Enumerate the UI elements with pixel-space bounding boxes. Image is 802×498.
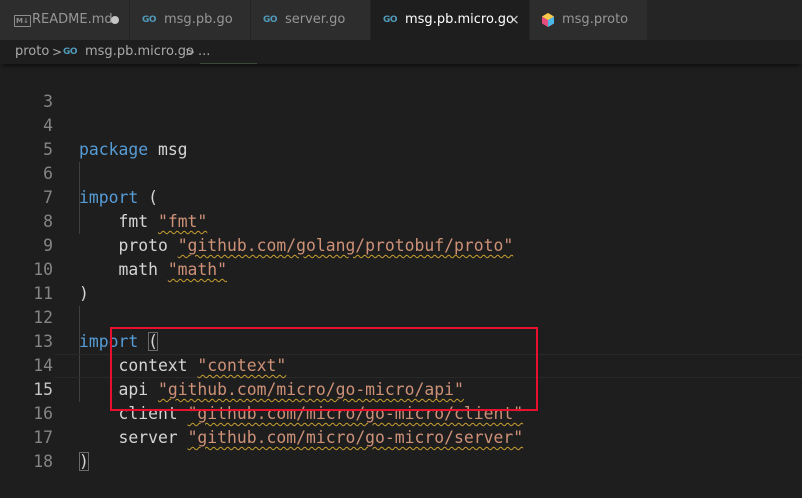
breadcrumb-folder[interactable]: proto <box>15 40 49 64</box>
go-icon: GO <box>63 47 78 57</box>
breadcrumb: proto > GO msg.pb.micro.go > ... <box>0 40 802 64</box>
tab-label: msg.pb.go <box>164 12 233 27</box>
line-number: 18 <box>33 452 53 471</box>
code-line: 12 import ( <box>0 282 802 351</box>
tab-label: README.md <box>32 12 113 27</box>
tab-label: msg.proto <box>562 12 629 27</box>
tab-msg-proto[interactable]: msg.proto <box>530 0 648 40</box>
code-line: 10 ) <box>0 234 802 303</box>
matched-bracket: ) <box>79 452 89 471</box>
breadcrumb-focus-indicator <box>200 63 257 64</box>
code-line: 11 <box>0 258 802 303</box>
code-line: 3 <box>0 66 802 111</box>
markdown-icon: M↓ <box>14 15 31 27</box>
close-tab-icon[interactable]: × <box>508 0 520 40</box>
line-code: ) <box>79 450 89 474</box>
code-line: 6 import ( <box>0 138 802 207</box>
go-icon: GO <box>383 15 398 25</box>
tab-msg-pb-micro-go[interactable]: GO msg.pb.micro.go × <box>371 0 530 40</box>
tab-label: msg.pb.micro.go <box>405 12 515 27</box>
code-line: 9 math "math" <box>0 210 802 279</box>
editor-tab-bar: M↓ README.md GO msg.pb.go GO server.go G… <box>0 0 802 40</box>
go-icon: GO <box>263 15 278 25</box>
chevron-right-icon: > <box>52 45 63 59</box>
unsaved-dot-icon[interactable] <box>111 16 119 24</box>
tab-server-go[interactable]: GO server.go <box>251 0 371 40</box>
tab-label: server.go <box>285 12 346 27</box>
breadcrumb-symbol[interactable]: ... <box>198 40 210 64</box>
code-line: 7 fmt "fmt" <box>0 162 802 231</box>
highlight-box <box>110 327 538 411</box>
code-line: 4 package msg <box>0 90 802 159</box>
code-line: 8 proto "github.com/golang/protobuf/prot… <box>0 186 802 255</box>
code-line: 5 <box>0 114 802 159</box>
code-line: 18 <box>0 426 802 471</box>
tab-msg-pb-go[interactable]: GO msg.pb.go <box>130 0 251 40</box>
breadcrumb-file[interactable]: msg.pb.micro.go <box>85 40 194 64</box>
go-icon: GO <box>142 15 157 25</box>
protobuf-icon <box>542 13 554 27</box>
tab-readme[interactable]: M↓ README.md <box>0 0 130 40</box>
chevron-right-icon: > <box>185 45 196 59</box>
